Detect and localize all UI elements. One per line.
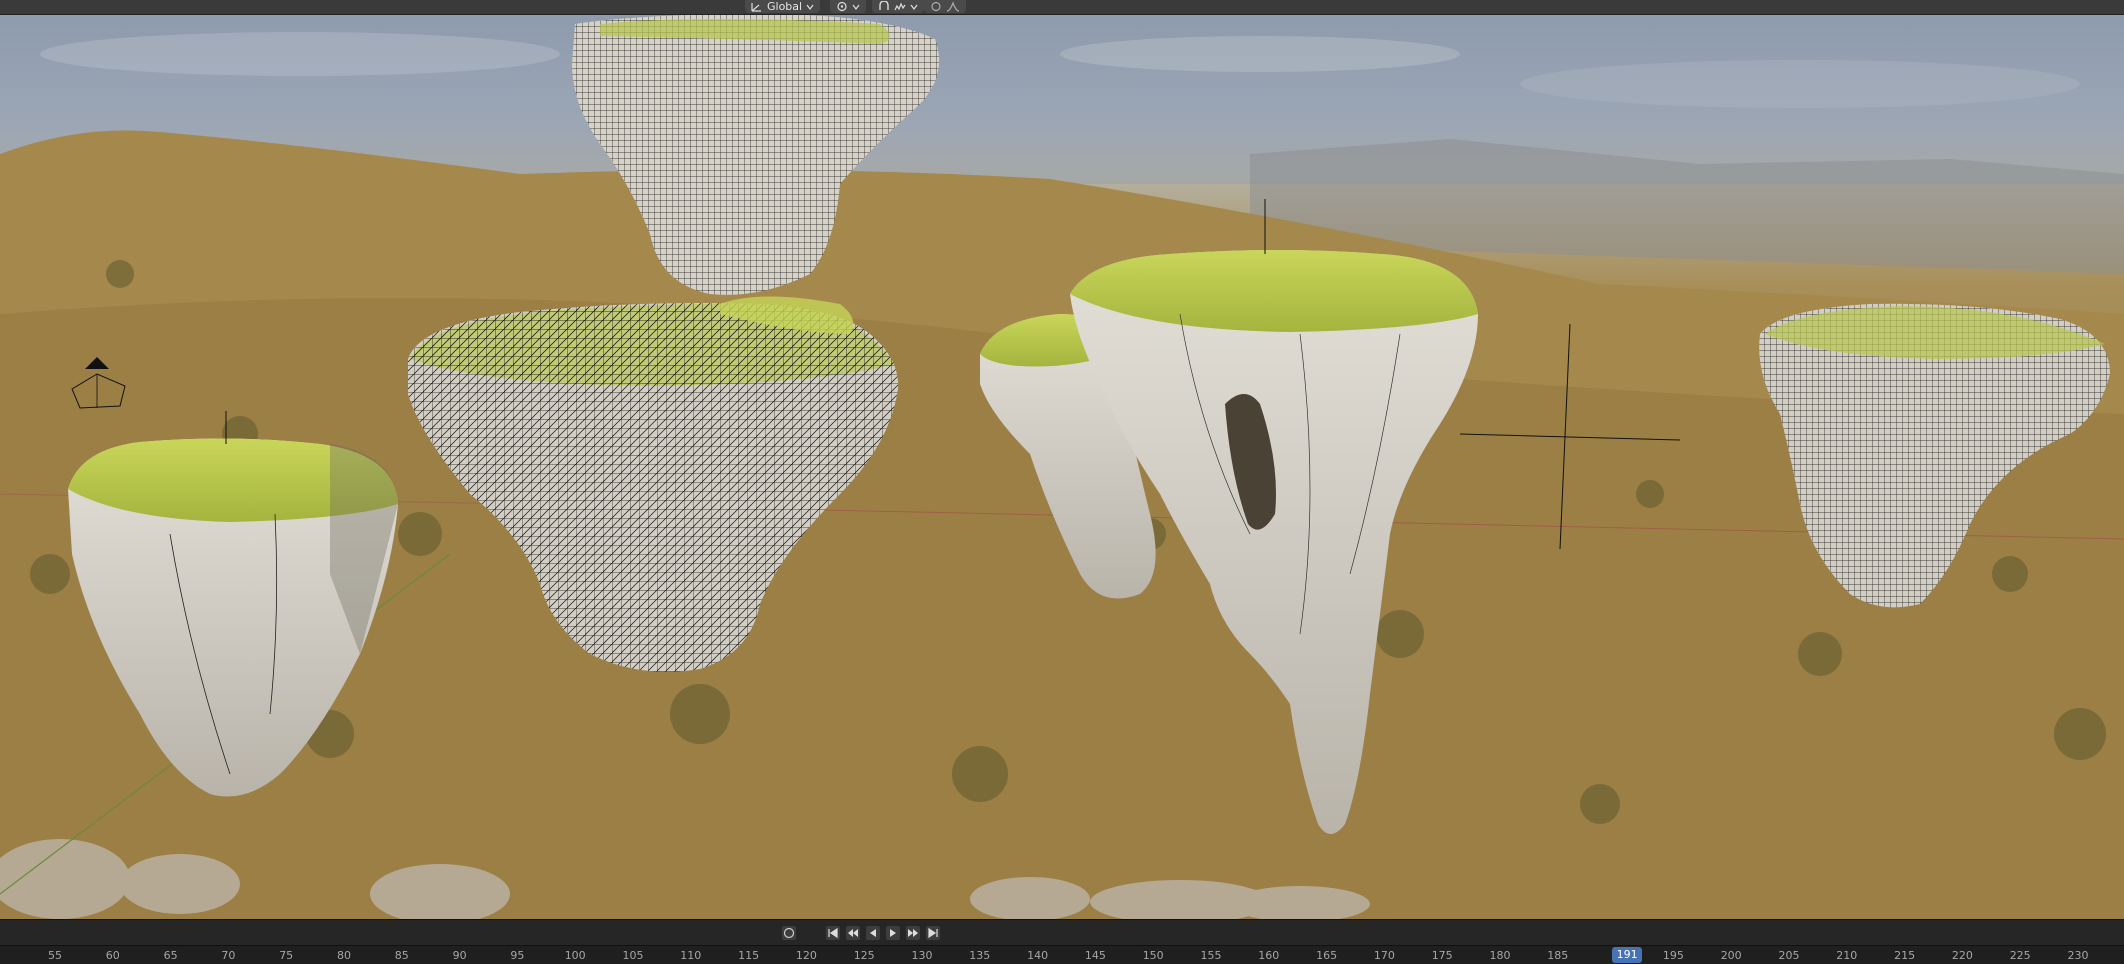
chevron-down-icon [806, 4, 814, 10]
viewport-header: Global [0, 0, 2124, 15]
frame-tick-label: 225 [2009, 949, 2031, 962]
frame-tick-label: 55 [48, 949, 62, 962]
frame-tick-label: 195 [1662, 949, 1684, 962]
frame-tick-label: 145 [1084, 949, 1106, 962]
jump-end-icon[interactable] [926, 926, 940, 940]
frame-tick-label: 135 [969, 949, 991, 962]
frame-tick-label: 200 [1720, 949, 1742, 962]
frame-tick-label: 205 [1778, 949, 1800, 962]
frame-tick-label: 165 [1316, 949, 1338, 962]
play-reverse-icon[interactable] [866, 926, 880, 940]
frame-tick-label: 80 [337, 949, 351, 962]
3d-viewport[interactable] [0, 14, 2124, 919]
proportional-editing-toggle[interactable] [924, 0, 966, 13]
chevron-down-icon [852, 4, 860, 10]
frame-tick-label: 110 [680, 949, 702, 962]
transform-orientation-label: Global [767, 0, 803, 13]
frame-tick-label: 180 [1489, 949, 1511, 962]
next-keyframe-icon[interactable] [906, 926, 920, 940]
prev-keyframe-icon[interactable] [846, 926, 860, 940]
frame-tick-label: 155 [1200, 949, 1222, 962]
record-icon[interactable] [782, 926, 796, 940]
frame-tick-label: 160 [1258, 949, 1280, 962]
frame-tick-label: 130 [911, 949, 933, 962]
frame-tick-label: 85 [394, 949, 409, 962]
snap-icon [879, 1, 889, 10]
frame-tick-label: 105 [622, 949, 644, 962]
frame-tick-label: 90 [452, 949, 467, 962]
playhead-current-frame[interactable]: 191 [1612, 947, 1643, 963]
gizmo-icon [931, 1, 941, 12]
chevron-down-icon [910, 4, 918, 10]
frame-tick-label: 170 [1373, 949, 1395, 962]
falloff-icon [946, 1, 960, 12]
pivot-point-dropdown[interactable] [830, 0, 866, 13]
frame-tick-label: 210 [1836, 949, 1858, 962]
frame-tick-label: 75 [279, 949, 294, 962]
frame-tick-label: 70 [221, 949, 236, 962]
orientation-icon [751, 3, 761, 12]
timeline-controls [0, 919, 2124, 946]
play-icon[interactable] [886, 926, 900, 940]
frame-tick-label: 60 [105, 949, 120, 962]
jump-start-icon[interactable] [826, 926, 840, 940]
frame-tick-label: 140 [1027, 949, 1049, 962]
viewport-scene [0, 14, 2124, 919]
frame-tick-label: 150 [1142, 949, 1164, 962]
frame-tick-label: 115 [738, 949, 760, 962]
transform-orientation-dropdown[interactable]: Global [745, 0, 821, 13]
frame-tick-label: 95 [510, 949, 525, 962]
frame-tick-label: 220 [1951, 949, 1973, 962]
timeline-ruler[interactable]: 55 60 65 70 75 80 85 90 95 100 105 110 115 120 125 130 1… [0, 945, 2124, 964]
frame-tick-label: 185 [1547, 949, 1569, 962]
frame-tick-label: 175 [1431, 949, 1453, 962]
frame-tick-label: 120 [795, 949, 817, 962]
frame-tick-label: 230 [2067, 949, 2089, 962]
frame-tick-label: 125 [853, 949, 875, 962]
pivot-icon [837, 1, 847, 12]
frame-tick-label: 65 [163, 949, 178, 962]
proportional-icon [894, 2, 906, 11]
frame-tick-label: 215 [1894, 949, 1916, 962]
frame-tick-label: 100 [564, 949, 586, 962]
snap-toggle[interactable] [872, 0, 924, 13]
